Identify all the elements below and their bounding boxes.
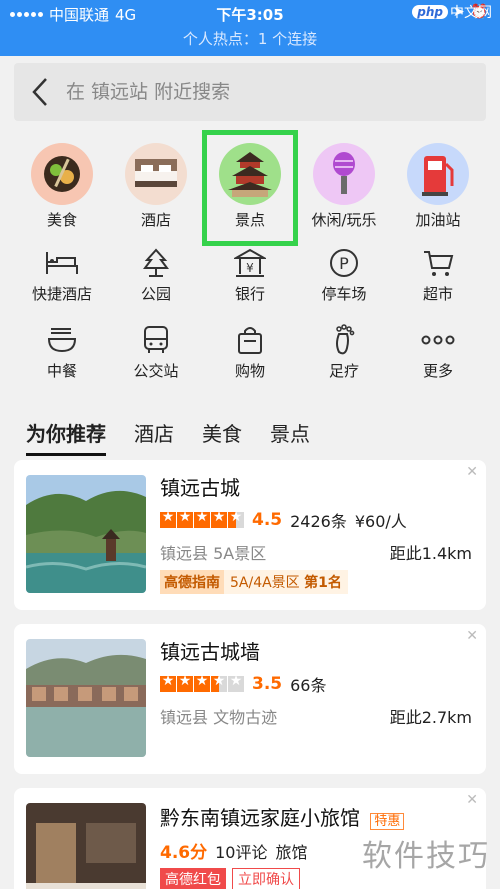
close-icon[interactable]: ✕ xyxy=(466,628,478,644)
result-card[interactable]: ✕ 镇远古城墙 3.5 66条 镇远县 文物古迹 距此2.7km xyxy=(14,624,486,774)
tab-recommend[interactable]: 为你推荐 xyxy=(26,418,106,456)
subcategory-supermarket[interactable]: 超市 xyxy=(390,245,486,304)
status-bar: 中国联通 4G 下午3:05 ➤ ⏰ 个人热点：1 个连接 php 中文网 xyxy=(0,0,500,56)
hotel-bed-icon xyxy=(125,143,187,205)
svg-text:¥: ¥ xyxy=(246,261,254,275)
search-input[interactable] xyxy=(66,81,446,103)
close-icon[interactable]: ✕ xyxy=(466,464,478,480)
category-scenic[interactable]: 景点 xyxy=(202,143,298,230)
gas-station-icon xyxy=(407,143,469,205)
foot-icon xyxy=(296,322,392,358)
subcategory-chinese-food[interactable]: 中餐 xyxy=(14,322,110,381)
result-title: 镇远古城墙 xyxy=(160,640,260,664)
rating-score: 4.5 xyxy=(252,510,283,530)
tree-icon xyxy=(108,245,204,281)
result-type: 旅馆 xyxy=(275,842,308,862)
rating-score: 4.6分 xyxy=(160,843,208,863)
bank-icon: ¥ xyxy=(202,245,298,281)
more-dots-icon xyxy=(390,322,486,358)
tab-scenic[interactable]: 景点 xyxy=(270,418,310,447)
result-info: 镇远县 5A景区 xyxy=(160,544,267,563)
watermark-php-logo: php xyxy=(412,5,448,19)
category-label: 酒店 xyxy=(140,211,171,229)
ranking-badge[interactable]: 高德指南 5A/4A景区 第1名 xyxy=(160,570,348,594)
result-card[interactable]: ✕ 镇远古城 4.5 2426条 ¥60/人 镇远县 5A景区 距此1.4km … xyxy=(14,460,486,610)
coupon-badge[interactable]: 高德红包 xyxy=(160,868,226,889)
star-rating xyxy=(160,509,244,528)
shopping-bag-icon xyxy=(202,322,298,358)
category-leisure[interactable]: 休闲/玩乐 xyxy=(296,143,392,230)
category-label: 休闲/玩乐 xyxy=(311,211,377,229)
result-thumbnail xyxy=(26,475,146,593)
instant-confirm-badge: 立即确认 xyxy=(232,868,300,889)
tab-hotel[interactable]: 酒店 xyxy=(134,418,174,447)
hotspot-status: 个人热点：1 个连接 xyxy=(182,30,318,48)
subcategory-more[interactable]: 更多 xyxy=(390,322,486,381)
subcategory-foot-massage[interactable]: 足疗 xyxy=(296,322,392,381)
category-label: 景点 xyxy=(234,211,265,229)
cart-icon xyxy=(390,245,486,281)
badge-text: 5A/4A景区 第1名 xyxy=(230,575,342,591)
temple-icon xyxy=(219,143,281,205)
back-chevron-icon[interactable] xyxy=(14,63,66,121)
tab-food[interactable]: 美食 xyxy=(202,418,242,447)
coupon-row: 高德红包 立即确认 xyxy=(160,868,300,889)
category-label: 美食 xyxy=(46,211,77,229)
result-info: 镇远县 文物古迹 xyxy=(160,708,278,727)
bed-icon xyxy=(14,245,110,281)
category-food[interactable]: 美食 xyxy=(14,143,110,230)
review-count: 2426条 xyxy=(290,512,347,531)
price: ¥60/人 xyxy=(354,512,407,531)
rating-score: 3.5 xyxy=(252,674,283,694)
subcategory-budget-hotel[interactable]: 快捷酒店 xyxy=(14,245,110,304)
parking-icon: P xyxy=(296,245,392,281)
svg-text:P: P xyxy=(339,254,349,273)
subcategory-park[interactable]: 公园 xyxy=(108,245,204,304)
result-title: 黔东南镇远家庭小旅馆 特惠 xyxy=(160,802,405,831)
watermark-top: php 中文网 xyxy=(412,2,492,22)
category-hotel[interactable]: 酒店 xyxy=(108,143,204,230)
microphone-icon xyxy=(313,143,375,205)
result-thumbnail xyxy=(26,639,146,757)
review-count: 66条 xyxy=(290,676,327,695)
food-icon xyxy=(31,143,93,205)
subcategory-bank[interactable]: ¥ 银行 xyxy=(202,245,298,304)
result-title: 镇远古城 xyxy=(160,476,240,500)
review-count: 10评论 xyxy=(215,842,268,862)
rating-row: 4.6分 10评论 旅馆 xyxy=(160,838,308,864)
badge-label: 高德指南 xyxy=(160,570,224,594)
subcategory-shopping[interactable]: 购物 xyxy=(202,322,298,381)
noodle-bowl-icon xyxy=(14,322,110,358)
subcategory-bus-stop[interactable]: 公交站 xyxy=(108,322,204,381)
watermark-bottom: 软件技巧 xyxy=(362,839,490,874)
search-bar[interactable] xyxy=(14,63,486,121)
close-icon[interactable]: ✕ xyxy=(466,792,478,808)
category-gas-station[interactable]: 加油站 xyxy=(390,143,486,230)
deal-tag: 特惠 xyxy=(370,813,405,830)
rating-row: 3.5 66条 xyxy=(160,672,327,696)
category-label: 加油站 xyxy=(415,211,461,229)
subcategory-parking[interactable]: P 停车场 xyxy=(296,245,392,304)
recommend-tabs: 为你推荐 酒店 美食 景点 xyxy=(26,418,310,456)
result-distance: 距此2.7km xyxy=(389,708,472,727)
star-rating xyxy=(160,673,244,692)
rating-row: 4.5 2426条 ¥60/人 xyxy=(160,508,407,532)
watermark-php-text: 中文网 xyxy=(450,5,492,21)
result-distance: 距此1.4km xyxy=(389,544,472,563)
result-thumbnail xyxy=(26,803,146,889)
bus-icon xyxy=(108,322,204,358)
